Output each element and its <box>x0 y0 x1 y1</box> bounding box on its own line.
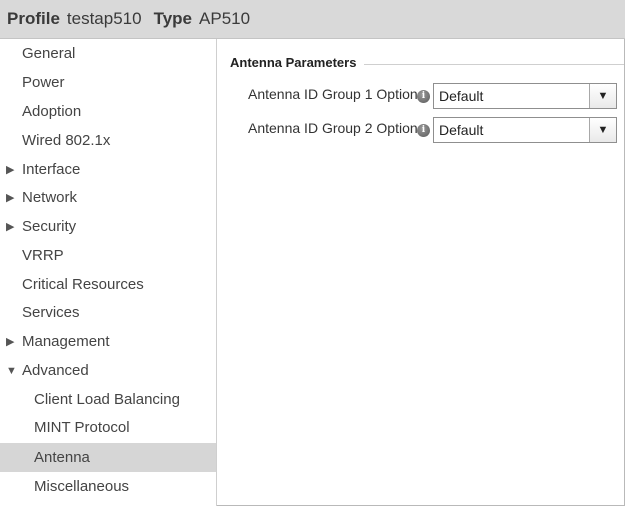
sidebar-item-power[interactable]: Power <box>0 68 216 97</box>
antenna-group-1-value: Default <box>439 88 484 104</box>
triangle-right-icon[interactable]: ▶ <box>6 191 14 204</box>
sidebar-item-label: Management <box>22 333 110 350</box>
triangle-right-icon[interactable]: ▶ <box>6 335 14 348</box>
sidebar-item-vrrp[interactable]: VRRP <box>0 241 216 270</box>
sidebar-item-services[interactable]: Services <box>0 298 216 327</box>
antenna-group-2-value: Default <box>439 122 484 138</box>
sidebar-item-wired-8021x[interactable]: Wired 802.1x <box>0 126 216 155</box>
triangle-right-icon[interactable]: ▶ <box>6 220 14 233</box>
sidebar-item-critical-resources[interactable]: Critical Resources <box>0 270 216 299</box>
sidebar-item-label: Security <box>22 218 77 235</box>
sidebar-item-label: General <box>22 45 76 62</box>
type-label: Type <box>153 9 193 28</box>
sidebar-item-label: Wired 802.1x <box>22 132 111 149</box>
main-content: Antenna Parameters Antenna ID Group 1 Op… <box>218 39 624 505</box>
sidebar-item-label: Network <box>22 189 78 206</box>
sidebar-item-label: VRRP <box>22 247 64 264</box>
profile-header: Profile testap510 Type AP510 <box>0 0 625 39</box>
antenna-group-2-select[interactable]: Default ▼ <box>433 117 617 143</box>
sidebar-item-miscellaneous[interactable]: Miscellaneous <box>0 472 216 501</box>
sidebar-item-label: Advanced <box>22 362 89 379</box>
chevron-down-icon[interactable]: ▼ <box>589 118 616 142</box>
sidebar-item-label: MINT Protocol <box>34 419 130 436</box>
info-icon[interactable]: i <box>417 90 430 103</box>
profile-label: Profile <box>7 9 60 28</box>
antenna-group-2-label: Antenna ID Group 2 Option <box>248 120 418 136</box>
antenna-group-1-label: Antenna ID Group 1 Option <box>248 86 418 102</box>
section-title: Antenna Parameters <box>230 55 363 70</box>
sidebar-item-security[interactable]: ▶ Security <box>0 212 216 241</box>
chevron-down-icon[interactable]: ▼ <box>589 84 616 108</box>
sidebar-item-label: Miscellaneous <box>34 478 130 495</box>
sidebar-item-interface[interactable]: ▶ Interface <box>0 155 216 184</box>
sidebar-item-general[interactable]: General <box>0 39 216 68</box>
sidebar-item-advanced[interactable]: ▼ Advanced <box>0 356 216 385</box>
sidebar-item-label: Critical Resources <box>22 276 144 293</box>
profile-value: testap510 <box>66 9 142 28</box>
sidebar-item-label: Adoption <box>22 103 82 120</box>
info-icon[interactable]: i <box>417 124 430 137</box>
section-divider <box>364 64 624 65</box>
sidebar-nav: General Power Adoption Wired 802.1x ▶ In… <box>0 39 217 506</box>
sidebar-item-label: Interface <box>22 161 81 178</box>
sidebar-item-client-load-balancing[interactable]: Client Load Balancing <box>0 385 216 414</box>
sidebar-item-network[interactable]: ▶ Network <box>0 183 216 212</box>
type-value: AP510 <box>199 9 251 28</box>
sidebar-item-label: Client Load Balancing <box>34 391 180 408</box>
sidebar-item-label: Services <box>22 304 80 321</box>
sidebar-item-adoption[interactable]: Adoption <box>0 97 216 126</box>
triangle-right-icon[interactable]: ▶ <box>6 163 14 176</box>
antenna-group-1-select[interactable]: Default ▼ <box>433 83 617 109</box>
sidebar-item-management[interactable]: ▶ Management <box>0 327 216 356</box>
sidebar-item-label: Power <box>22 74 65 91</box>
triangle-down-icon[interactable]: ▼ <box>6 365 17 377</box>
sidebar-item-label: Antenna <box>34 449 90 466</box>
sidebar-item-antenna[interactable]: Antenna <box>0 443 216 472</box>
sidebar-item-mint-protocol[interactable]: MINT Protocol <box>0 413 216 442</box>
